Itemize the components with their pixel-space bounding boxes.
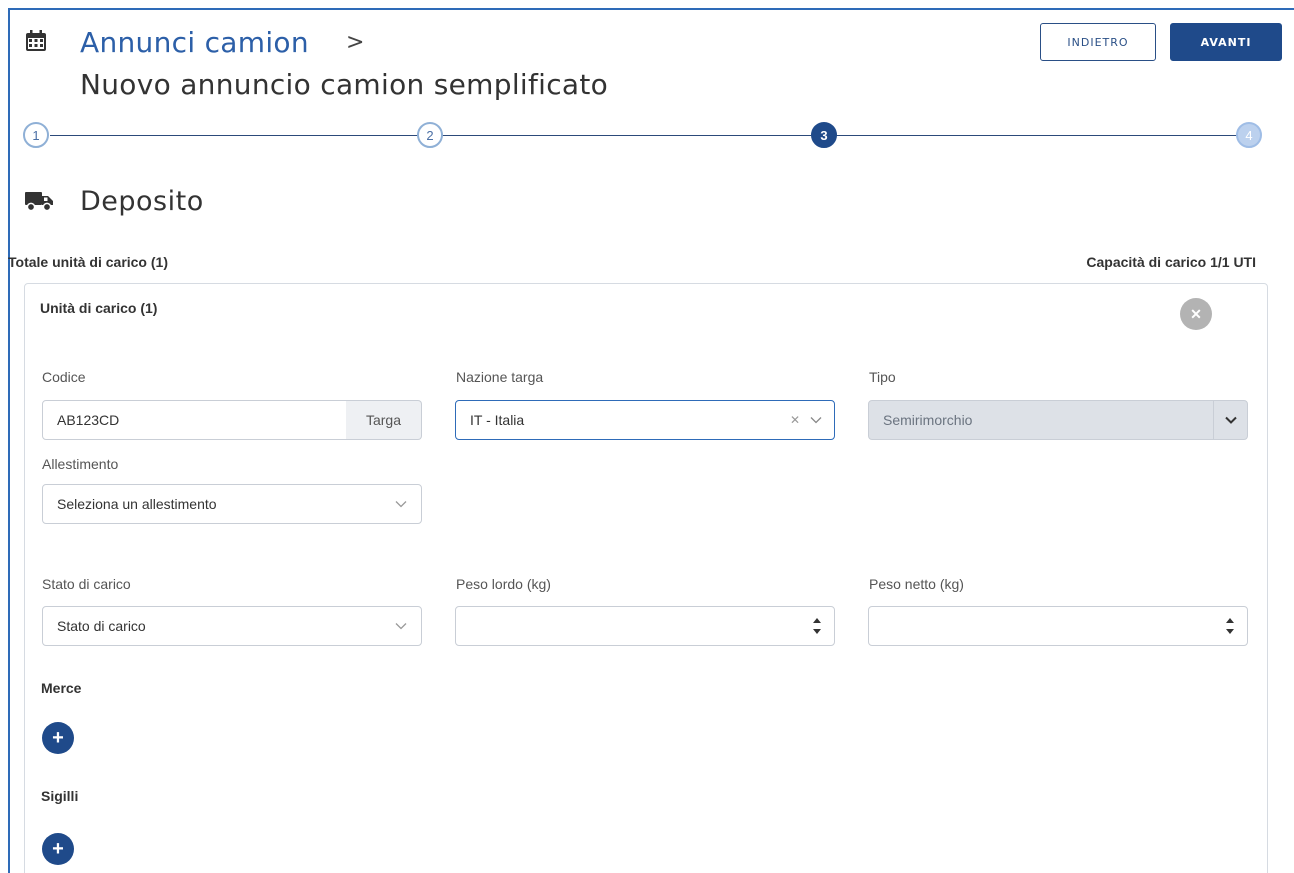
tipo-toggle[interactable] (1213, 401, 1247, 439)
number-spinner-icon[interactable] (812, 616, 822, 636)
tipo-value: Semirimorchio (883, 412, 973, 428)
codice-value: AB123CD (57, 412, 120, 428)
breadcrumb-chevron-icon: > (346, 30, 365, 55)
allestimento-placeholder: Seleziona un allestimento (57, 496, 217, 512)
chevron-down-icon (810, 417, 822, 424)
load-unit-card (24, 283, 1268, 873)
chevron-down-icon (395, 623, 407, 630)
step-4[interactable]: 4 (1236, 122, 1262, 148)
plus-icon: + (52, 726, 64, 749)
sigilli-heading: Sigilli (41, 788, 79, 804)
codice-input[interactable]: AB123CD (42, 400, 347, 440)
codice-label: Codice (42, 369, 86, 385)
next-button[interactable]: AVANTI (1170, 23, 1282, 61)
stato-placeholder: Stato di carico (57, 618, 146, 634)
chevron-down-icon (395, 501, 407, 508)
page-title: Nuovo annuncio camion semplificato (80, 68, 609, 101)
calendar-icon (26, 30, 46, 51)
merce-heading: Merce (41, 680, 82, 696)
chevron-down-icon (1224, 416, 1237, 424)
add-merce-button[interactable]: + (42, 722, 74, 754)
step-3[interactable]: 3 (811, 122, 837, 148)
remove-unit-button[interactable]: ✕ (1180, 298, 1212, 330)
peso-netto-input[interactable] (868, 606, 1248, 646)
allestimento-label: Allestimento (42, 456, 119, 472)
allestimento-select[interactable]: Seleziona un allestimento (42, 484, 422, 524)
peso-netto-label: Peso netto (kg) (869, 576, 964, 592)
truck-icon (25, 192, 53, 212)
total-units-label: Totale unità di carico (1) (8, 254, 168, 270)
add-sigilli-button[interactable]: + (42, 833, 74, 865)
step-1[interactable]: 1 (23, 122, 49, 148)
peso-lordo-label: Peso lordo (kg) (456, 576, 551, 592)
stepper-line (50, 135, 1250, 136)
tipo-select[interactable]: Semirimorchio (868, 400, 1248, 440)
targa-addon: Targa (346, 400, 422, 440)
load-unit-title: Unità di carico (1) (40, 300, 158, 316)
nazione-label: Nazione targa (456, 369, 544, 385)
section-title: Deposito (80, 186, 204, 217)
capacity-label: Capacità di carico 1/1 UTI (1086, 254, 1256, 270)
back-button[interactable]: INDIETRO (1040, 23, 1156, 61)
plus-icon: + (52, 837, 64, 860)
stato-select[interactable]: Stato di carico (42, 606, 422, 646)
number-spinner-icon[interactable] (1225, 616, 1235, 636)
step-2[interactable]: 2 (417, 122, 443, 148)
nazione-value: IT - Italia (470, 412, 525, 428)
nazione-select[interactable]: IT - Italia ✕ (455, 400, 835, 440)
clear-icon[interactable]: ✕ (790, 413, 800, 427)
stato-label: Stato di carico (42, 576, 131, 592)
close-icon: ✕ (1190, 305, 1202, 322)
breadcrumb-link[interactable]: Annunci camion (80, 26, 309, 59)
peso-lordo-input[interactable] (455, 606, 835, 646)
tipo-label: Tipo (869, 369, 896, 385)
